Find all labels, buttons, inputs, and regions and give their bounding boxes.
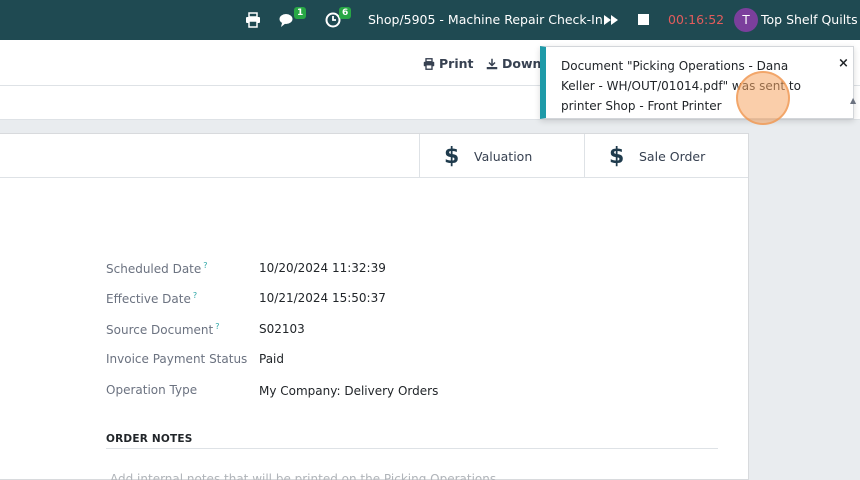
- chat-icon[interactable]: [279, 12, 295, 28]
- chevron-up-icon[interactable]: ▲: [850, 96, 856, 105]
- stop-icon[interactable]: [636, 12, 652, 28]
- help-tooltip-icon[interactable]: ?: [193, 291, 197, 300]
- top-navbar: 1 6 Shop/5905 - Machine Repair Check-In …: [0, 0, 860, 40]
- source-document-label: Source Document?: [106, 322, 220, 337]
- company-name[interactable]: Top Shelf Quilts: [761, 12, 858, 27]
- invoice-payment-status-label: Invoice Payment Status: [106, 352, 248, 366]
- print-notification-toast: Document "Picking Operations - Dana Kell…: [540, 46, 854, 119]
- print-button-label: Print: [439, 56, 474, 71]
- timer: 00:16:52: [668, 12, 725, 27]
- dollar-icon: $: [609, 143, 625, 169]
- cursor-highlight: [736, 71, 790, 125]
- dollar-icon: $: [444, 143, 460, 169]
- fast-forward-icon[interactable]: [603, 12, 619, 28]
- source-document-value[interactable]: S02103: [259, 322, 305, 336]
- invoice-payment-status-value: Paid: [259, 352, 285, 366]
- printer-icon[interactable]: [245, 12, 261, 28]
- valuation-button[interactable]: $ Valuation: [419, 134, 584, 178]
- order-notes-input[interactable]: Add internal notes that will be printed …: [110, 472, 496, 480]
- scheduled-date-label: Scheduled Date?: [106, 261, 208, 276]
- form-sheet: $ Valuation $ Sale Order Scheduled Date?…: [0, 133, 749, 480]
- sale-order-label: Sale Order: [639, 148, 706, 164]
- help-tooltip-icon[interactable]: ?: [203, 261, 207, 270]
- print-button[interactable]: Print: [423, 56, 474, 71]
- operation-type-label: Operation Type: [106, 383, 198, 397]
- avatar[interactable]: T: [734, 8, 758, 32]
- scheduled-date-value[interactable]: 10/20/2024 11:32:39: [259, 261, 386, 275]
- divider: [106, 448, 718, 449]
- chat-count-badge: 1: [294, 7, 307, 19]
- smart-button-box: $ Valuation $ Sale Order: [0, 134, 748, 178]
- download-icon: [486, 58, 498, 69]
- sale-order-button[interactable]: $ Sale Order: [584, 134, 748, 178]
- close-icon[interactable]: ×: [838, 56, 849, 71]
- navbar-record-title[interactable]: Shop/5905 - Machine Repair Check-In: [368, 12, 603, 27]
- effective-date-value[interactable]: 10/21/2024 15:50:37: [259, 291, 386, 305]
- printer-icon: [423, 57, 435, 70]
- help-tooltip-icon[interactable]: ?: [215, 322, 219, 331]
- activity-count-badge: 6: [339, 7, 352, 19]
- operation-type-value[interactable]: My Company: Delivery Orders: [259, 384, 438, 398]
- order-notes-title: ORDER NOTES: [106, 433, 193, 445]
- effective-date-label: Effective Date?: [106, 291, 198, 306]
- valuation-label: Valuation: [474, 148, 533, 164]
